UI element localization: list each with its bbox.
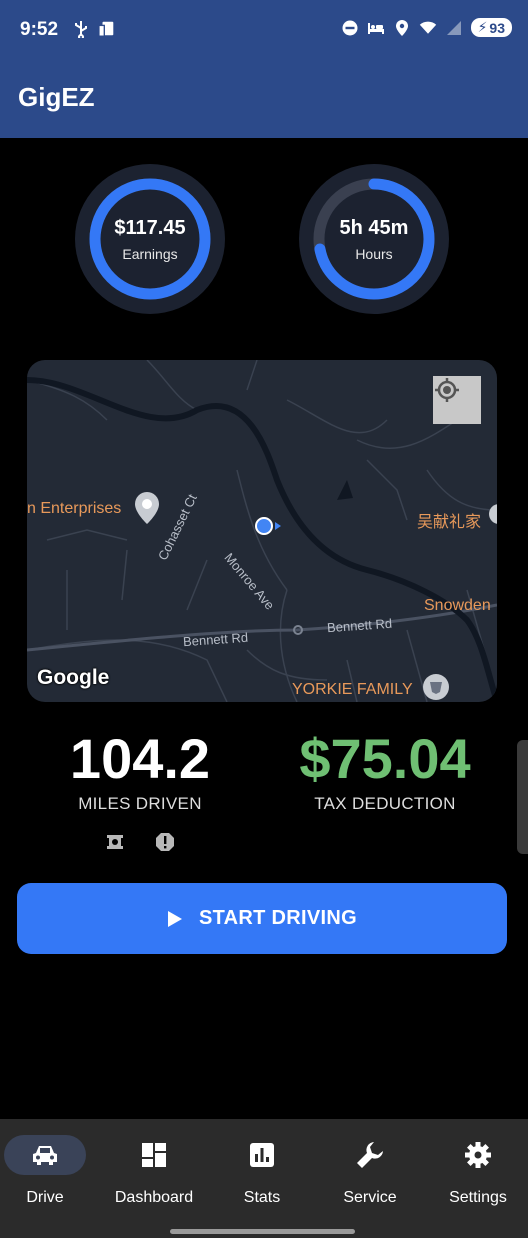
start-driving-label: START DRIVING — [199, 907, 357, 929]
bottom-navigation: Drive Dashboard Stats Service Settings — [0, 1119, 528, 1238]
place-label-yorkie[interactable]: YORKIE FAMILY — [292, 681, 413, 699]
my-location-button[interactable] — [433, 376, 481, 424]
odometer-icon[interactable] — [105, 832, 125, 852]
stats-icon — [250, 1143, 274, 1167]
tax-deduction-label: TAX DEDUCTION — [314, 794, 456, 813]
place-pin-icon[interactable] — [489, 500, 497, 530]
nav-item-service[interactable]: Service — [317, 1119, 423, 1219]
earnings-ring: $117.45 Earnings — [75, 164, 225, 314]
app-bar: GigEZ — [0, 60, 528, 138]
bed-icon — [367, 19, 385, 37]
start-driving-button[interactable]: START DRIVING — [17, 883, 507, 954]
hours-label: Hours — [355, 245, 393, 262]
place-label-snowden[interactable]: Snowden — [424, 597, 491, 615]
play-icon — [168, 910, 182, 927]
current-location-icon — [255, 517, 281, 535]
signal-icon — [445, 19, 463, 37]
place-label-enterprises[interactable]: n Enterprises — [27, 500, 121, 518]
wrench-icon — [357, 1142, 383, 1168]
location-icon — [393, 19, 411, 37]
place-pin-icon[interactable] — [421, 672, 451, 702]
map-view[interactable]: n Enterprises 吴献礼家 Snowden YORKIE FAMILY… — [27, 360, 497, 702]
miles-driven-value: 104.2 — [69, 727, 211, 790]
tax-deduction-value: $75.04 — [299, 727, 471, 790]
device-icon — [98, 20, 116, 38]
place-pin-icon[interactable] — [132, 490, 162, 526]
car-icon — [33, 1146, 57, 1165]
status-bar: 9:52 ⚡ 93 — [0, 0, 528, 60]
earnings-value: $117.45 — [114, 216, 186, 239]
usb-icon — [72, 20, 90, 38]
app-title: GigEZ — [18, 82, 95, 112]
scroll-handle[interactable] — [517, 740, 528, 854]
wifi-icon — [419, 19, 437, 37]
nav-active-indicator — [4, 1135, 86, 1175]
dashboard-icon — [142, 1143, 166, 1167]
dnd-icon — [341, 19, 359, 37]
hours-ring: 5h 45m Hours — [299, 164, 449, 314]
charging-icon: ⚡ — [477, 19, 488, 35]
earnings-label: Earnings — [122, 245, 178, 262]
nav-item-dashboard[interactable]: Dashboard — [101, 1119, 207, 1219]
place-label-chinese[interactable]: 吴献礼家 — [417, 508, 481, 532]
nav-item-settings[interactable]: Settings — [425, 1119, 528, 1219]
google-logo: Google — [37, 666, 110, 689]
crosshair-icon — [435, 378, 459, 402]
nav-item-drive[interactable]: Drive — [0, 1119, 98, 1219]
miles-driven-label: MILES DRIVEN — [78, 794, 202, 813]
status-time: 9:52 — [20, 19, 59, 40]
home-indicator[interactable] — [170, 1229, 355, 1234]
battery-indicator: ⚡ 93 — [470, 18, 512, 37]
hours-value: 5h 45m — [339, 216, 409, 239]
alert-icon[interactable] — [155, 832, 175, 852]
gear-icon — [465, 1142, 491, 1168]
nav-item-stats[interactable]: Stats — [209, 1119, 315, 1219]
